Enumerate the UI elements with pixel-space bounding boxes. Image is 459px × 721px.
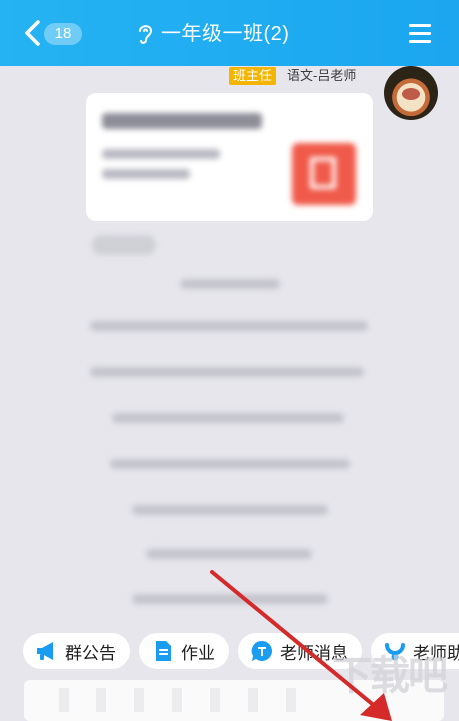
sender-name: 语文-吕老师 [287, 68, 357, 83]
shortcut-label: 作业 [181, 643, 215, 663]
sender-role-tag: 班主任 [229, 67, 277, 85]
system-message-blurred [180, 279, 280, 289]
megaphone-icon [37, 642, 53, 660]
chat-header: 18 一年级一班(2) [0, 0, 459, 66]
shortcut-group-notice[interactable]: 群公告 [23, 633, 130, 669]
card-text-blurred [102, 169, 190, 179]
unread-count-badge[interactable]: 18 [44, 23, 82, 45]
card-title-blurred [102, 113, 262, 129]
homework-doc-icon [156, 641, 171, 661]
system-message-blurred [132, 505, 328, 515]
earpiece-mode-icon [139, 25, 153, 44]
sender-avatar[interactable] [384, 66, 438, 120]
timestamp-blurred [92, 235, 156, 255]
card-text-blurred [102, 149, 220, 159]
menu-icon[interactable] [409, 24, 431, 44]
back-arrow-icon[interactable] [22, 19, 44, 47]
system-message-blurred [146, 549, 312, 559]
system-message-blurred [112, 413, 344, 423]
teacher-badge-icon [251, 640, 272, 661]
chinese-subject-icon [292, 143, 356, 205]
system-message-blurred [90, 321, 368, 331]
shortcut-homework[interactable]: 作业 [139, 633, 229, 669]
homework-message-card[interactable] [86, 93, 373, 221]
group-title: 一年级一班(2) [161, 23, 290, 45]
system-message-blurred [132, 594, 328, 604]
shortcut-label: 群公告 [65, 643, 116, 663]
site-watermark: 下载吧 [332, 654, 448, 698]
system-message-blurred [90, 367, 364, 377]
system-message-blurred [110, 459, 350, 469]
